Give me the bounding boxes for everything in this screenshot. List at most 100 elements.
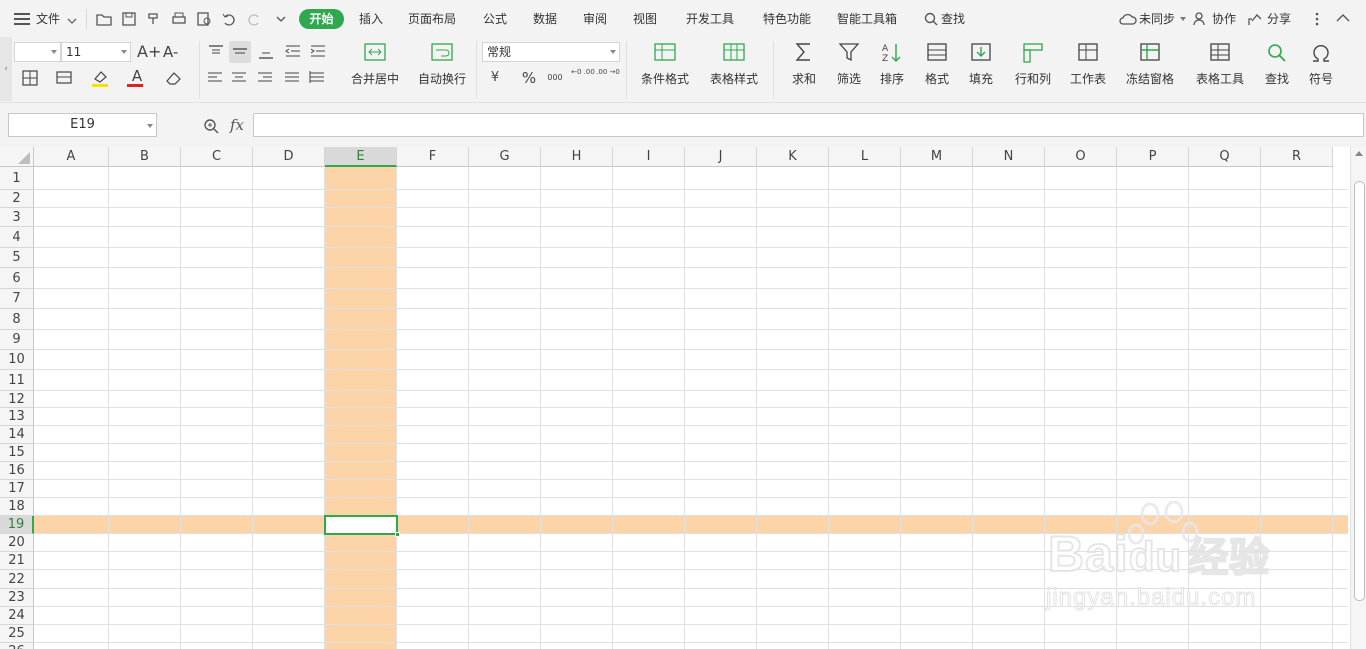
row-header-26[interactable]: 26 [0, 643, 34, 649]
row-header-1[interactable]: 1 [0, 167, 34, 190]
row-header-17[interactable]: 17 [0, 480, 34, 498]
font-grow-icon[interactable]: A+ [137, 41, 161, 63]
collaborate-icon[interactable] [1193, 12, 1209, 26]
tab-home[interactable]: 开始 [299, 9, 344, 29]
column-header-c[interactable]: C [181, 147, 253, 167]
tab-page-layout[interactable]: 页面布局 [408, 11, 456, 27]
justify-icon[interactable] [282, 67, 304, 89]
search-icon[interactable] [924, 12, 938, 26]
borders-icon[interactable] [20, 67, 42, 89]
column-header-j[interactable]: J [685, 147, 757, 167]
column-header-g[interactable]: G [469, 147, 541, 167]
align-bottom-icon[interactable] [255, 41, 277, 63]
tab-developer[interactable]: 开发工具 [686, 11, 734, 27]
save-icon[interactable] [120, 10, 138, 28]
column-header-n[interactable]: N [973, 147, 1045, 167]
active-cell[interactable] [324, 515, 400, 537]
scroll-up-icon[interactable] [1355, 151, 1363, 156]
font-size-dropdown[interactable]: 11 [61, 42, 131, 62]
column-header-l[interactable]: L [829, 147, 901, 167]
tab-special-features[interactable]: 特色功能 [763, 11, 811, 27]
open-folder-icon[interactable] [95, 10, 113, 28]
tab-smart-toolbox[interactable]: 智能工具箱 [837, 11, 897, 27]
font-color-icon[interactable]: A [126, 67, 148, 89]
row-header-21[interactable]: 21 [0, 552, 34, 570]
collapse-ribbon-icon[interactable] [1336, 12, 1350, 22]
thousands-separator-icon[interactable]: 000 [544, 67, 566, 89]
currency-icon[interactable]: ¥ [484, 67, 506, 89]
row-header-25[interactable]: 25 [0, 625, 34, 643]
symbol-button[interactable]: 符号 [1300, 37, 1342, 101]
tab-view[interactable]: 视图 [633, 11, 657, 27]
more-options-icon[interactable] [1315, 11, 1319, 27]
align-center-icon[interactable] [229, 67, 251, 89]
merge-center-button[interactable]: 合并居中 [342, 37, 408, 101]
find-button[interactable]: 查找 [1256, 37, 1298, 101]
decrease-indent-icon[interactable] [282, 41, 304, 63]
column-header-p[interactable]: P [1117, 147, 1189, 167]
column-header-e[interactable]: E [325, 147, 397, 167]
chevron-down-icon[interactable] [67, 14, 77, 24]
print-icon[interactable] [170, 10, 188, 28]
row-header-7[interactable]: 7 [0, 289, 34, 309]
column-header-k[interactable]: K [757, 147, 829, 167]
print-preview-icon[interactable] [195, 10, 213, 28]
freeze-panes-button[interactable]: 冻结窗格 [1118, 37, 1182, 101]
formula-input[interactable] [253, 113, 1364, 137]
hamburger-menu-icon[interactable] [14, 13, 30, 25]
row-header-13[interactable]: 13 [0, 408, 34, 426]
vertical-scrollbar[interactable] [1350, 147, 1366, 649]
increase-indent-icon[interactable] [307, 41, 329, 63]
tab-data[interactable]: 数据 [533, 11, 557, 27]
column-header-m[interactable]: M [901, 147, 973, 167]
column-header-b[interactable]: B [109, 147, 181, 167]
customize-quick-access-icon[interactable] [272, 10, 290, 28]
cell-style-icon[interactable] [54, 67, 76, 89]
row-header-24[interactable]: 24 [0, 607, 34, 625]
column-header-h[interactable]: H [541, 147, 613, 167]
tab-review[interactable]: 审阅 [583, 11, 607, 27]
share-button[interactable]: 分享 [1267, 11, 1291, 27]
fill-color-icon[interactable] [90, 67, 112, 89]
column-header-r[interactable]: R [1261, 147, 1333, 167]
tab-insert[interactable]: 插入 [359, 11, 383, 27]
autosum-button[interactable]: 求和 [784, 37, 824, 101]
row-header-2[interactable]: 2 [0, 190, 34, 208]
share-icon[interactable] [1247, 12, 1263, 26]
row-header-15[interactable]: 15 [0, 444, 34, 462]
name-box[interactable]: E19 [8, 113, 157, 137]
worksheet-button[interactable]: 工作表 [1062, 37, 1114, 101]
increase-decimal-icon[interactable]: ←0 .00 [571, 67, 595, 89]
font-name-dropdown[interactable] [14, 42, 61, 62]
ribbon-scroll-left[interactable]: ‹ [0, 37, 12, 101]
fill-button[interactable]: 填充 [960, 37, 1002, 101]
sort-button[interactable]: AZ 排序 [872, 37, 912, 101]
row-header-8[interactable]: 8 [0, 309, 34, 330]
cloud-icon[interactable] [1119, 12, 1137, 26]
row-header-23[interactable]: 23 [0, 589, 34, 607]
row-header-16[interactable]: 16 [0, 462, 34, 480]
column-header-a[interactable]: A [34, 147, 109, 167]
row-header-14[interactable]: 14 [0, 426, 34, 444]
row-header-22[interactable]: 22 [0, 570, 34, 589]
row-header-20[interactable]: 20 [0, 534, 34, 552]
column-header-f[interactable]: F [397, 147, 469, 167]
redo-icon[interactable] [245, 10, 263, 28]
table-tools-button[interactable]: 表格工具 [1188, 37, 1252, 101]
rows-columns-button[interactable]: 行和列 [1006, 37, 1060, 101]
zoom-formula-icon[interactable] [203, 118, 219, 134]
format-painter-icon[interactable] [145, 10, 163, 28]
fx-icon[interactable]: fx [230, 116, 244, 134]
number-format-dropdown[interactable]: 常规 [482, 42, 620, 62]
row-header-18[interactable]: 18 [0, 498, 34, 516]
column-header-q[interactable]: Q [1189, 147, 1261, 167]
align-left-icon[interactable] [205, 67, 227, 89]
select-all-corner[interactable] [0, 147, 34, 167]
tab-formulas[interactable]: 公式 [483, 11, 507, 27]
align-right-icon[interactable] [255, 67, 277, 89]
font-shrink-icon[interactable]: A- [163, 41, 185, 63]
row-header-12[interactable]: 12 [0, 391, 34, 408]
wrap-text-button[interactable]: 自动换行 [412, 37, 472, 101]
row-header-10[interactable]: 10 [0, 350, 34, 370]
format-button[interactable]: 格式 [916, 37, 958, 101]
